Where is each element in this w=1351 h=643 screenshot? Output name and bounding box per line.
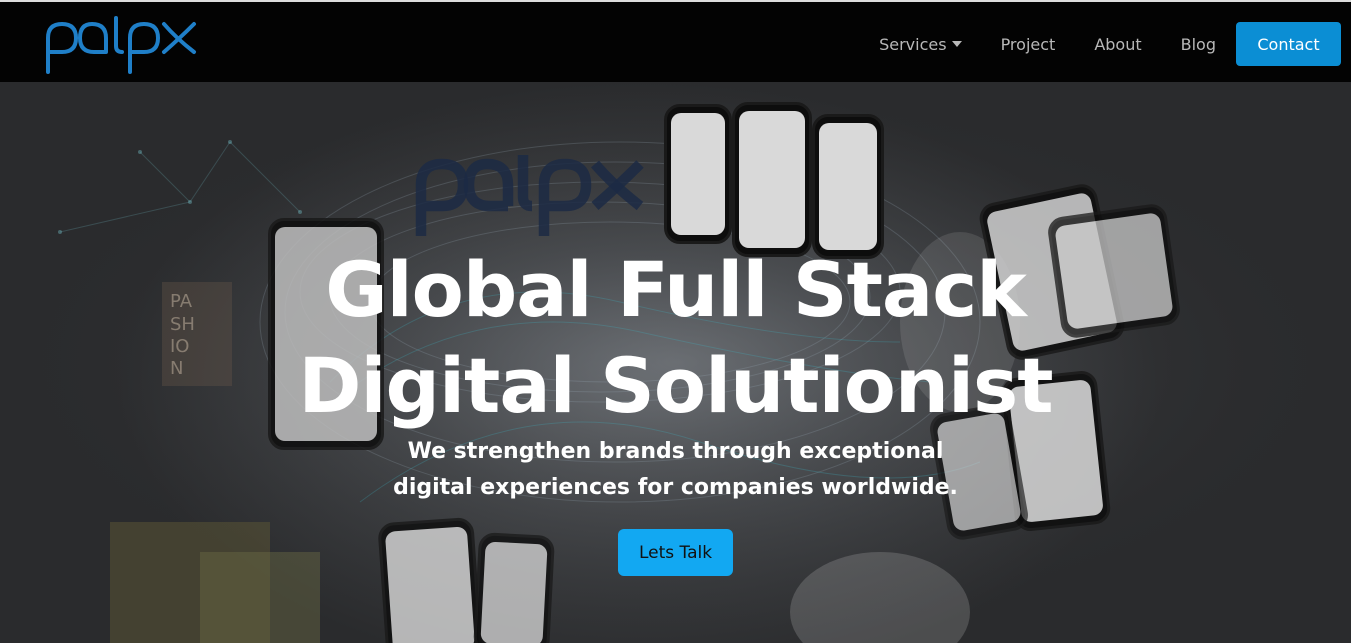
nav-blog[interactable]: Blog: [1181, 35, 1216, 54]
nav-about[interactable]: About: [1094, 35, 1141, 54]
hero-subtitle-line-2: digital experiences for companies worldw…: [393, 475, 958, 500]
phone-mockup-1: [664, 104, 732, 244]
nav-project-label: Project: [1000, 34, 1056, 54]
hero-title-line-1: Global Full Stack: [325, 245, 1027, 334]
nav-about-label: About: [1094, 34, 1142, 54]
hero-title-line-2: Digital Solutionist: [298, 341, 1053, 430]
phone-mockup-3: [812, 114, 884, 259]
phone-mockup-bottom-2: [472, 532, 556, 643]
phone-mockup-bottom-1: [377, 516, 483, 643]
hero-subtitle-line-1: We strengthen brands through exceptional: [407, 439, 944, 464]
lets-talk-button[interactable]: Lets Talk: [618, 529, 733, 576]
palpx-logo[interactable]: [42, 16, 198, 74]
nav-services[interactable]: Services: [879, 34, 962, 54]
hero-subtitle: We strengthen brands through exceptional…: [0, 434, 1351, 506]
nav-project[interactable]: Project: [1001, 35, 1056, 54]
main-menu: Services Project About Blog Contact: [840, 22, 1341, 66]
nav-blog-label: Blog: [1180, 34, 1216, 54]
hero-section: PA SH IO N Global Full Stack Digital Sol…: [0, 82, 1351, 643]
nav-services-label: Services: [879, 34, 947, 54]
contact-button[interactable]: Contact: [1236, 22, 1341, 66]
caret-down-icon: [951, 41, 962, 47]
phone-mockup-2: [732, 102, 812, 257]
top-nav: Services Project About Blog Contact: [0, 0, 1351, 82]
hero-title: Global Full Stack Digital Solutionist: [0, 242, 1351, 434]
